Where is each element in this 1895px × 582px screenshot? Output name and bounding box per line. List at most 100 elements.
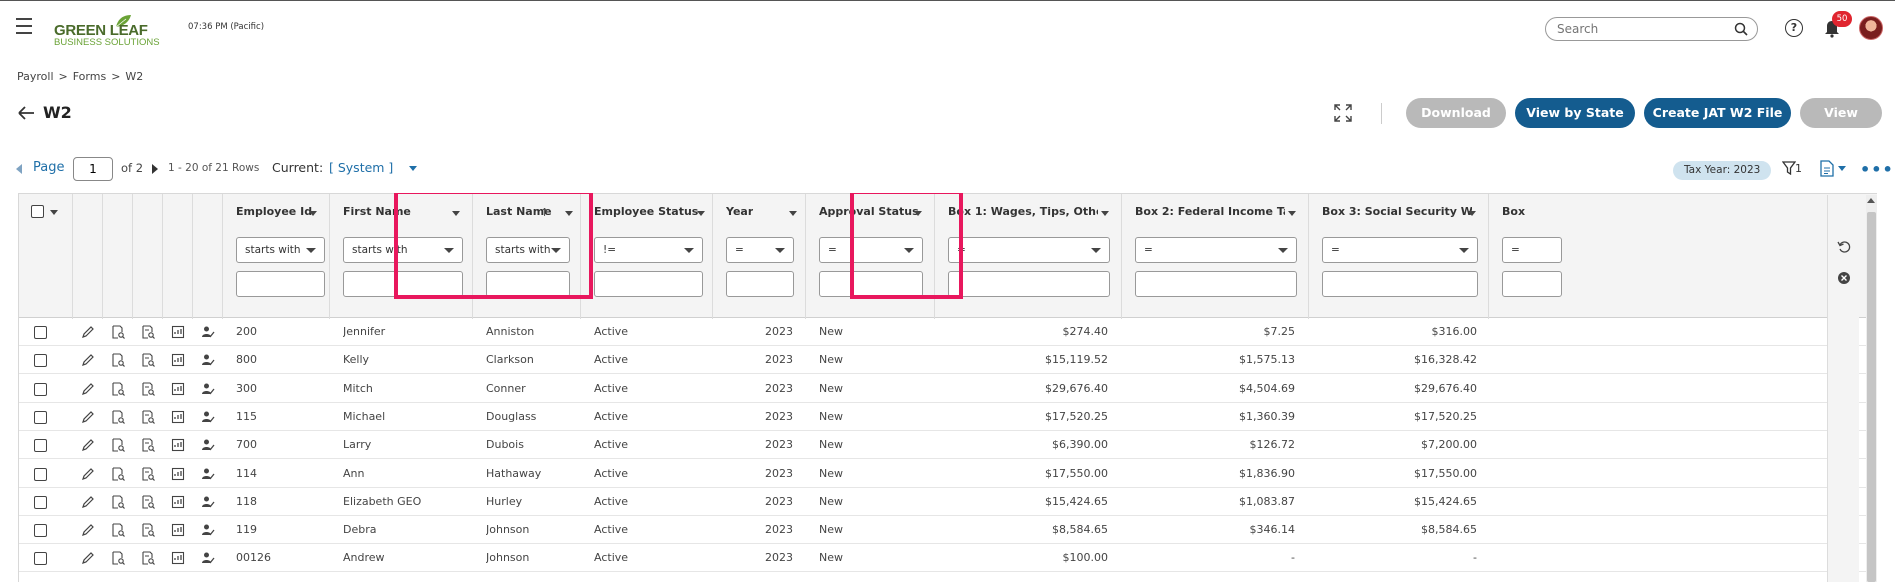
pencil-icon[interactable] xyxy=(81,382,95,396)
pencil-icon[interactable] xyxy=(81,325,95,339)
year-operator-select[interactable]: = xyxy=(726,237,794,263)
col-box4[interactable]: Box = xyxy=(1489,194,1562,319)
page-number-input[interactable] xyxy=(73,157,113,181)
search-icon[interactable] xyxy=(1733,21,1749,37)
row-checkbox[interactable] xyxy=(34,382,47,396)
box3-filter-input[interactable] xyxy=(1322,271,1478,297)
view-button[interactable]: View xyxy=(1800,98,1882,128)
chevron-down-icon[interactable] xyxy=(409,166,417,171)
box2-filter-input[interactable] xyxy=(1135,271,1297,297)
pencil-icon[interactable] xyxy=(81,523,95,537)
table-row[interactable]: 119 Debra Johnson Active 2023 New $8,584.65 $34… xyxy=(19,516,1877,545)
form-search-icon[interactable] xyxy=(111,382,125,396)
pencil-icon[interactable] xyxy=(81,467,95,481)
vertical-scrollbar[interactable] xyxy=(1866,195,1877,582)
box2-operator-select[interactable]: = xyxy=(1135,237,1297,263)
table-row[interactable]: 700 Larry Dubois Active 2023 New $6,390.00 $126… xyxy=(19,431,1877,460)
report-icon[interactable] xyxy=(171,410,185,424)
document-search-icon[interactable] xyxy=(141,353,155,368)
table-row[interactable]: 115 Michael Douglass Active 2023 New $17,520.2… xyxy=(19,403,1877,431)
pencil-icon[interactable] xyxy=(81,495,95,509)
box1-operator-select[interactable]: = xyxy=(948,237,1110,263)
prev-page-icon[interactable] xyxy=(16,164,22,174)
chevron-down-icon[interactable] xyxy=(1838,166,1846,171)
user-edit-icon[interactable] xyxy=(201,551,215,565)
report-icon[interactable] xyxy=(171,467,185,481)
column-menu-icon[interactable] xyxy=(789,211,797,216)
help-icon[interactable]: ? xyxy=(1785,19,1803,37)
col-employee-id[interactable]: Employee Id starts with xyxy=(223,194,330,319)
form-search-icon[interactable] xyxy=(111,466,125,481)
create-jat-w2-file-button[interactable]: Create JAT W2 File xyxy=(1644,98,1791,128)
col-employee-status[interactable]: Employee Status != xyxy=(581,194,713,319)
filter-icon[interactable] xyxy=(1782,161,1796,175)
col-box3[interactable]: Box 3: Social Security Wages = xyxy=(1309,194,1489,319)
current-view-select[interactable]: [ System ] xyxy=(329,160,393,175)
row-checkbox[interactable] xyxy=(34,410,47,424)
document-search-icon[interactable] xyxy=(141,523,155,538)
column-menu-icon[interactable] xyxy=(1288,211,1296,216)
document-search-icon[interactable] xyxy=(141,466,155,481)
user-edit-icon[interactable] xyxy=(201,353,215,367)
report-icon[interactable] xyxy=(171,382,185,396)
pencil-icon[interactable] xyxy=(81,353,95,367)
document-search-icon[interactable] xyxy=(141,410,155,424)
report-icon[interactable] xyxy=(171,438,185,452)
user-edit-icon[interactable] xyxy=(201,410,215,424)
form-search-icon[interactable] xyxy=(111,410,125,424)
reset-icon[interactable] xyxy=(1837,240,1851,254)
form-search-icon[interactable] xyxy=(111,495,125,509)
user-edit-icon[interactable] xyxy=(201,325,215,339)
report-icon[interactable] xyxy=(171,353,185,367)
expand-icon[interactable] xyxy=(1333,103,1353,123)
row-checkbox[interactable] xyxy=(34,524,47,538)
back-arrow-icon[interactable] xyxy=(17,104,37,122)
view-by-state-button[interactable]: View by State xyxy=(1515,98,1635,128)
table-row[interactable]: 200 Jennifer Anniston Active 2023 New $274.40 $… xyxy=(19,318,1877,346)
table-row[interactable]: 118 Elizabeth GEO Hurley Active 2023 New $15,4… xyxy=(19,488,1877,516)
select-all-checkbox[interactable] xyxy=(31,205,44,218)
chevron-down-icon[interactable] xyxy=(50,210,58,215)
avatar[interactable] xyxy=(1859,16,1883,40)
scrollbar-thumb[interactable] xyxy=(1867,212,1876,582)
form-search-icon[interactable] xyxy=(111,438,125,453)
document-search-icon[interactable] xyxy=(141,438,155,453)
user-edit-icon[interactable] xyxy=(201,438,215,452)
document-search-icon[interactable] xyxy=(141,495,155,509)
document-search-icon[interactable] xyxy=(141,325,155,339)
row-checkbox[interactable] xyxy=(34,467,47,481)
download-button[interactable]: Download xyxy=(1406,98,1506,128)
box4-operator-select[interactable]: = xyxy=(1502,237,1562,263)
form-search-icon[interactable] xyxy=(111,523,125,538)
filter-count[interactable]: 1 xyxy=(1795,162,1802,175)
year-filter-input[interactable] xyxy=(726,271,794,297)
notification-badge[interactable]: 50 xyxy=(1832,11,1852,27)
next-page-icon[interactable] xyxy=(152,164,158,174)
user-edit-icon[interactable] xyxy=(201,495,215,509)
pencil-icon[interactable] xyxy=(81,438,95,452)
form-search-icon[interactable] xyxy=(111,325,125,339)
breadcrumb-payroll[interactable]: Payroll xyxy=(17,70,54,83)
user-edit-icon[interactable] xyxy=(201,523,215,537)
row-checkbox[interactable] xyxy=(34,439,47,453)
more-options-icon[interactable]: ••• xyxy=(1860,160,1894,179)
table-row[interactable]: 00126 Andrew Johnson Active 2023 New $100.00 - - xyxy=(19,544,1877,573)
report-icon[interactable] xyxy=(171,325,185,339)
col-box2[interactable]: Box 2: Federal Income Tax ... = xyxy=(1122,194,1309,319)
report-icon[interactable] xyxy=(171,523,185,537)
employee-status-operator-select[interactable]: != xyxy=(594,237,703,263)
column-menu-icon[interactable] xyxy=(697,211,705,216)
row-checkbox[interactable] xyxy=(34,552,47,566)
box3-operator-select[interactable]: = xyxy=(1322,237,1478,263)
user-edit-icon[interactable] xyxy=(201,382,215,396)
clear-filter-icon[interactable] xyxy=(1837,271,1851,285)
global-search[interactable] xyxy=(1545,17,1758,41)
employee-id-operator-select[interactable]: starts with xyxy=(236,237,325,263)
employee-status-filter-input[interactable] xyxy=(594,271,703,297)
hamburger-menu-icon[interactable] xyxy=(16,18,32,34)
table-row[interactable]: 300 Mitch Conner Active 2023 New $29,676.40 $4,… xyxy=(19,375,1877,403)
search-input[interactable] xyxy=(1557,21,1727,37)
export-document-icon[interactable] xyxy=(1820,160,1834,177)
employee-id-filter-input[interactable] xyxy=(236,271,325,297)
user-edit-icon[interactable] xyxy=(201,467,215,481)
